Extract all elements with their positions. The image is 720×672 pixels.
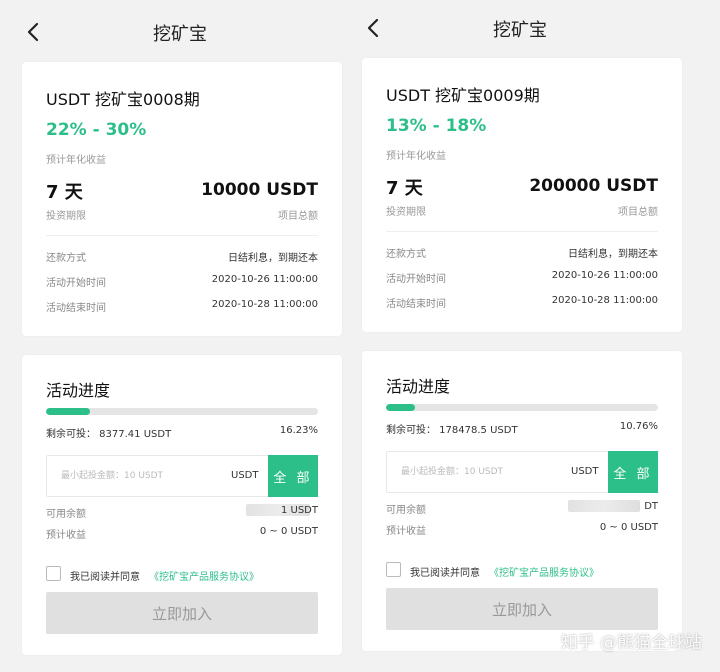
investment-term: 7 天 [386, 178, 423, 199]
annual-rate-label: 预计年化收益 [46, 155, 106, 166]
annual-rate-label: 预计年化收益 [386, 151, 446, 162]
progress-percent: 16.23% [279, 425, 318, 436]
income-label: 预计收益 [386, 526, 426, 537]
repayment-label: 还款方式 [386, 249, 426, 260]
agreement-link[interactable]: 《挖矿宝产品服务协议》 [489, 564, 599, 579]
balance-value: 1 USDT [280, 505, 318, 516]
balance-label: 可用余额 [386, 505, 426, 516]
start-time-label: 活动开始时间 [46, 278, 106, 289]
investment-term-label: 投资期限 [386, 207, 426, 218]
end-time-value: 2020-10-28 11:00:00 [211, 299, 318, 310]
all-button[interactable]: 全 部 [268, 455, 318, 497]
annual-rate: 13% - 18% [386, 116, 487, 136]
remaining-amount: 剩余可投： 178478.5 USDT [386, 425, 518, 436]
income-label: 预计收益 [46, 530, 86, 541]
investment-term: 7 天 [46, 182, 83, 203]
balance-value: DT [644, 501, 658, 512]
income-value: 0 ~ 0 USDT [599, 522, 658, 533]
annual-rate: 22% - 30% [46, 120, 147, 140]
product-info-card: USDT 挖矿宝0009期 13% - 18% 预计年化收益 7 天 投资期限 … [362, 58, 682, 332]
join-now-button[interactable]: 立即加入 [46, 592, 318, 634]
amount-input[interactable] [387, 452, 557, 492]
balance-label: 可用余额 [46, 509, 86, 520]
progress-bar-fill [386, 404, 416, 411]
income-value: 0 ~ 0 USDT [259, 526, 318, 537]
amount-input-box: USDT 全 部 [386, 451, 658, 493]
agreement-link[interactable]: 《挖矿宝产品服务协议》 [149, 568, 259, 583]
progress-percent: 10.76% [619, 421, 658, 432]
start-time-value: 2020-10-26 11:00:00 [551, 270, 658, 281]
screen-left: 挖矿宝 USDT 挖矿宝0008期 22% - 30% 预计年化收益 7 天 投… [0, 0, 360, 672]
page-title: 挖矿宝 [153, 24, 207, 45]
agreement-checkbox[interactable] [386, 562, 401, 577]
end-time-value: 2020-10-28 11:00:00 [551, 295, 658, 306]
repayment-label: 还款方式 [46, 253, 86, 264]
progress-bar [386, 404, 658, 411]
investment-term-label: 投资期限 [46, 211, 86, 222]
divider [46, 235, 318, 236]
end-time-label: 活动结束时间 [386, 299, 446, 310]
progress-card: 活动进度 剩余可投： 8377.41 USDT 16.23% USDT 全 部 … [22, 355, 342, 655]
progress-title: 活动进度 [46, 381, 111, 400]
progress-bar [46, 408, 318, 415]
amount-unit: USDT [571, 466, 599, 477]
amount-input[interactable] [47, 456, 217, 496]
watermark: 知乎 @熊猫全球站 [560, 633, 702, 653]
top-bar: 挖矿宝 [340, 0, 700, 54]
progress-bar-fill [46, 408, 91, 415]
start-time-label: 活动开始时间 [386, 274, 446, 285]
remaining-amount: 剩余可投： 8377.41 USDT [46, 429, 172, 440]
divider [386, 231, 658, 232]
project-total: 10000 USDT [201, 180, 318, 200]
amount-unit: USDT [231, 470, 259, 481]
product-name: USDT 挖矿宝0009期 [386, 86, 540, 105]
project-total-label: 项目总额 [278, 211, 318, 222]
product-name: USDT 挖矿宝0008期 [46, 90, 200, 109]
top-bar: 挖矿宝 [0, 0, 360, 58]
page-title: 挖矿宝 [493, 20, 547, 41]
progress-title: 活动进度 [386, 377, 451, 396]
repayment-value: 日结利息，到期还本 [568, 249, 658, 260]
start-time-value: 2020-10-26 11:00:00 [211, 274, 318, 285]
project-total: 200000 USDT [529, 176, 658, 196]
all-button[interactable]: 全 部 [608, 451, 658, 493]
screen-right: 挖矿宝 USDT 挖矿宝0009期 13% - 18% 预计年化收益 7 天 投… [340, 0, 700, 668]
progress-card: 活动进度 剩余可投： 178478.5 USDT 10.76% USDT 全 部… [362, 351, 682, 651]
agreement-checkbox[interactable] [46, 566, 61, 581]
agreement-text: 我已阅读并同意 [70, 572, 140, 583]
amount-input-box: USDT 全 部 [46, 455, 318, 497]
join-now-button[interactable]: 立即加入 [386, 588, 658, 630]
product-info-card: USDT 挖矿宝0008期 22% - 30% 预计年化收益 7 天 投资期限 … [22, 62, 342, 336]
end-time-label: 活动结束时间 [46, 303, 106, 314]
repayment-value: 日结利息，到期还本 [228, 253, 318, 264]
balance-blur [568, 500, 640, 512]
agreement-text: 我已阅读并同意 [410, 568, 480, 579]
project-total-label: 项目总额 [618, 207, 658, 218]
